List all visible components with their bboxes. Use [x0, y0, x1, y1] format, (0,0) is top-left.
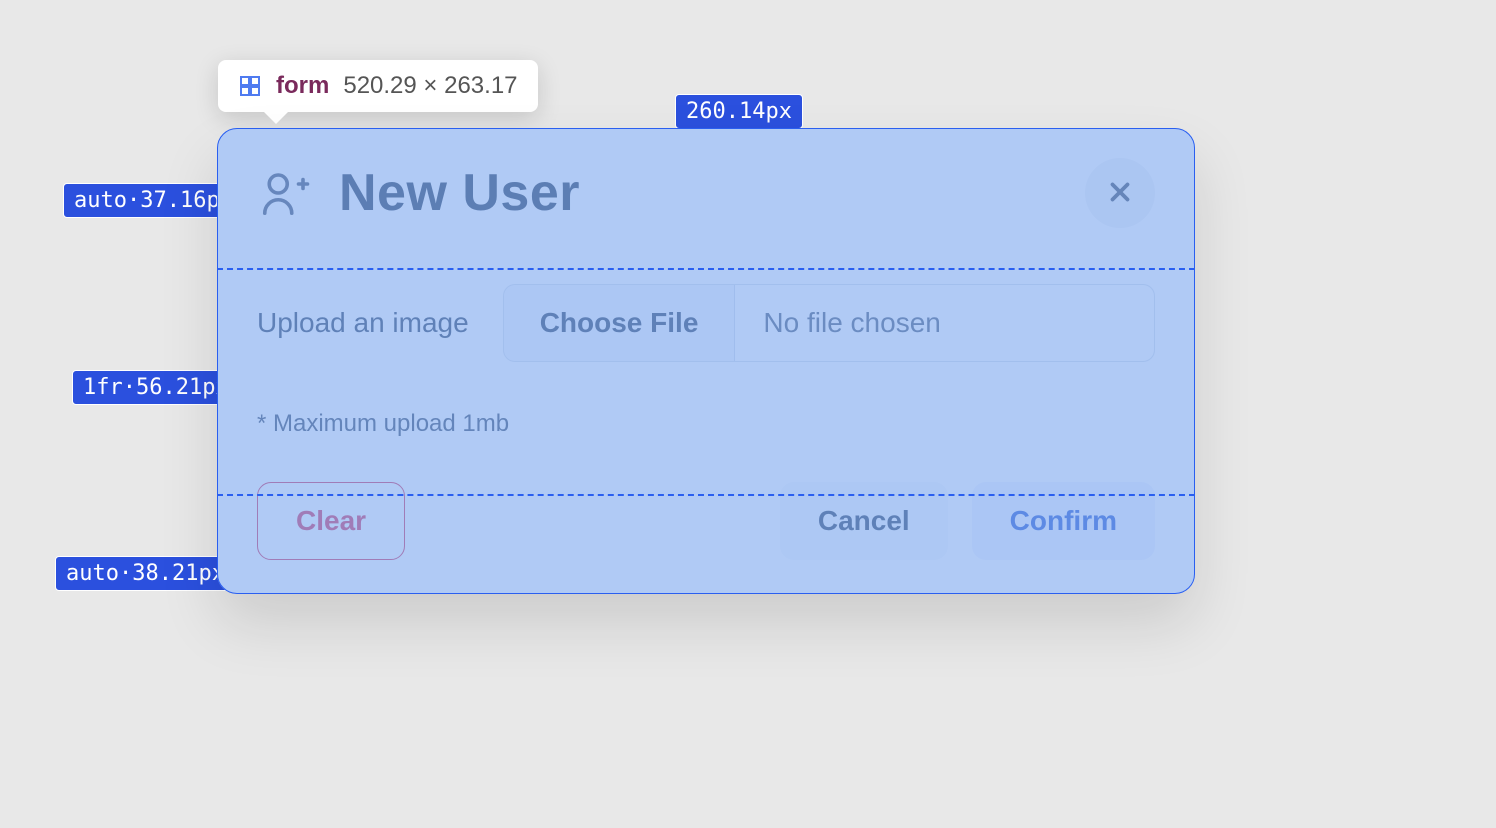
upload-label: Upload an image	[257, 307, 469, 339]
devtools-element-tooltip: form 520.29 × 263.17	[218, 60, 538, 112]
grid-icon	[238, 74, 262, 98]
grid-row-measurement-3: auto·38.21px	[55, 556, 236, 591]
grid-column-measurement: 260.14px	[675, 94, 803, 129]
file-input[interactable]: Choose File No file chosen	[503, 284, 1155, 362]
new-user-form: New User Upload an image Choose File No …	[217, 128, 1195, 594]
confirm-button[interactable]: Confirm	[972, 482, 1155, 560]
form-header: New User	[217, 128, 1195, 258]
grid-row-measurement-2: 1fr·56.21px	[72, 370, 240, 405]
upload-row: Upload an image Choose File No file chos…	[257, 284, 1155, 362]
upload-hint: * Maximum upload 1mb	[257, 410, 1155, 438]
tooltip-dimensions: 520.29 × 263.17	[343, 72, 517, 100]
close-icon	[1105, 177, 1135, 210]
file-status-text: No file chosen	[735, 307, 968, 339]
form-title: New User	[339, 167, 580, 219]
user-plus-icon	[257, 165, 313, 221]
close-button[interactable]	[1085, 158, 1155, 228]
form-footer: Clear Cancel Confirm	[217, 462, 1195, 594]
form-body: Upload an image Choose File No file chos…	[217, 258, 1195, 462]
cancel-button[interactable]: Cancel	[780, 482, 948, 560]
tooltip-tag-name: form	[276, 72, 329, 100]
clear-button[interactable]: Clear	[257, 482, 405, 560]
choose-file-button[interactable]: Choose File	[504, 285, 736, 361]
